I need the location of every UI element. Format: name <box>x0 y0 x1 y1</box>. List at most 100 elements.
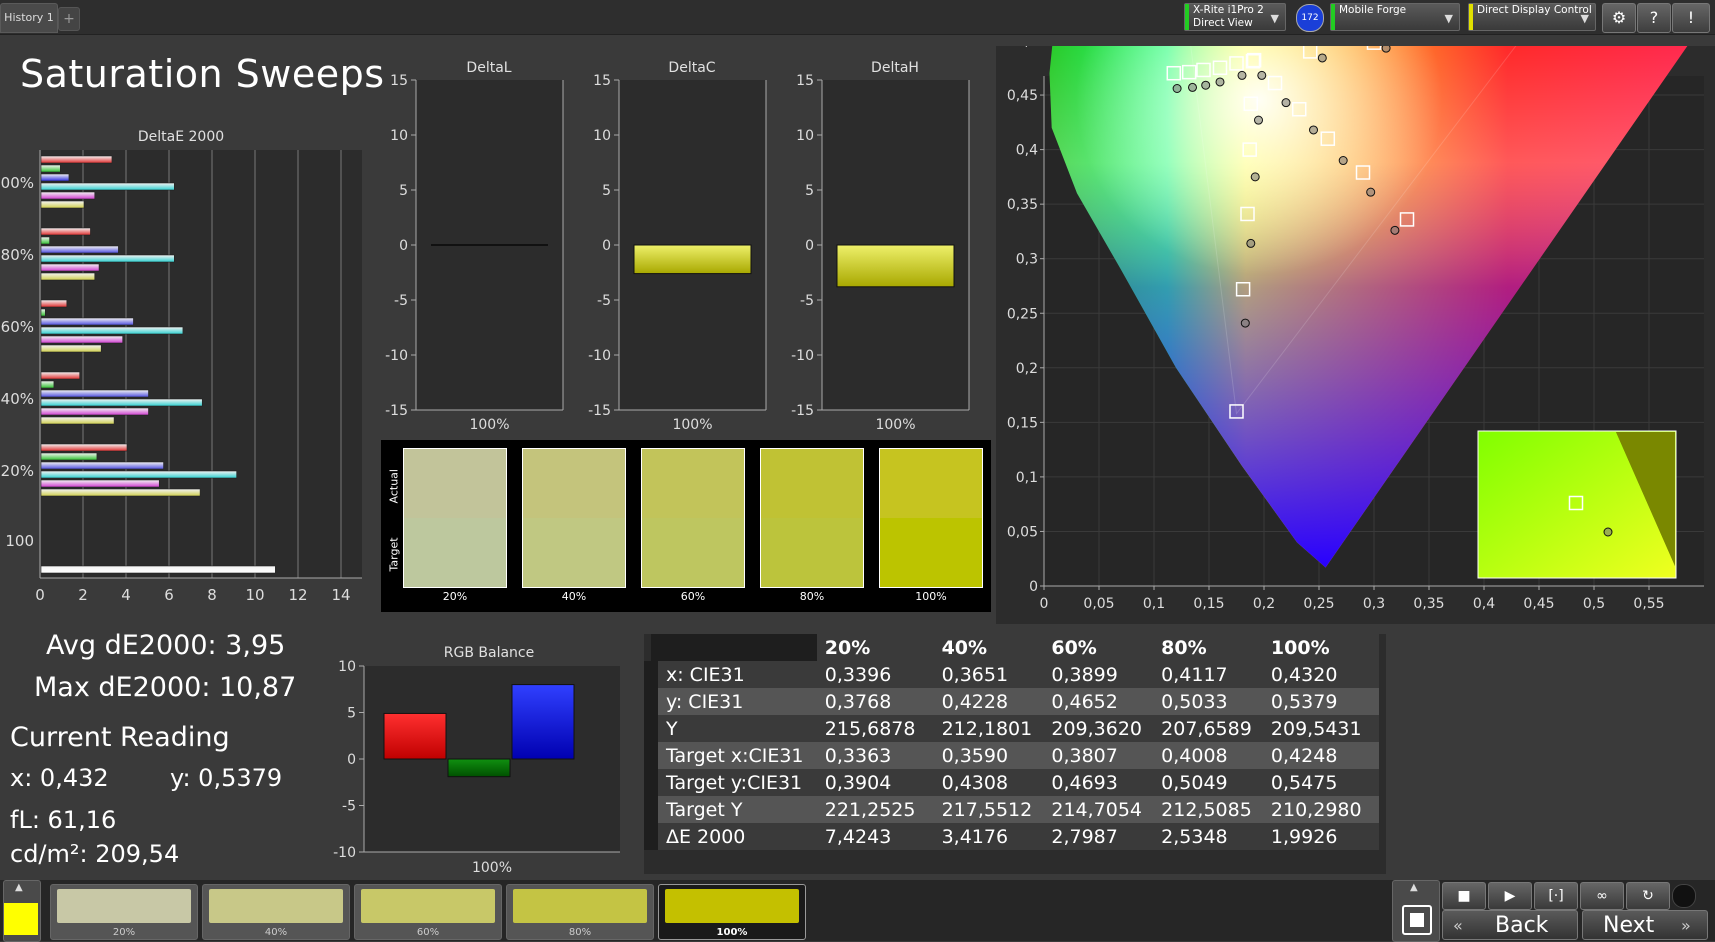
cie-measured-point <box>1281 98 1291 108</box>
table-cell: 217,5512 <box>941 798 1033 821</box>
reading-y: y: 0,5379 <box>170 764 283 792</box>
cie-measured-point <box>1338 156 1348 166</box>
delta-y-tick: 0 <box>399 238 408 254</box>
refresh-button[interactable]: ↻ <box>1626 882 1670 910</box>
cie-measured-point <box>1317 53 1327 63</box>
patch-40-button[interactable]: 40% <box>202 884 350 940</box>
swatch-actual <box>761 449 863 518</box>
next-button[interactable]: Next » <box>1582 910 1708 940</box>
cie-measured-point <box>1240 318 1250 328</box>
patch-100-button[interactable]: 100% <box>658 884 806 940</box>
deltae-y-label: 20% <box>1 462 34 480</box>
display-selector[interactable]: Direct Display Control ▼ <box>1468 3 1596 31</box>
patch-60-button[interactable]: 60% <box>354 884 502 940</box>
table-header-cell: 80% <box>1153 634 1263 661</box>
deltae-x-tick: 0 <box>35 586 45 604</box>
infinity-icon: ∞ <box>1596 888 1608 904</box>
table-row: Y 215,6878 212,1801 209,3620 207,6589 209,543… <box>644 715 1379 742</box>
cie-x-tick: 0,35 <box>1413 596 1444 612</box>
settings-button[interactable]: ⚙ <box>1602 3 1636 33</box>
rgb-y-tick: -5 <box>342 799 356 815</box>
cie-y-tick: 0,4 <box>1016 143 1038 159</box>
info-icon: ! <box>1687 8 1695 27</box>
cie-x-tick: 0,2 <box>1253 596 1275 612</box>
cie-y-tick: 0,15 <box>1007 415 1038 431</box>
swatch-label: 60% <box>680 590 706 603</box>
meter-selector[interactable]: X-Rite i1Pro 2 Direct View ▼ <box>1184 3 1286 31</box>
delta-y-tick: -5 <box>597 293 611 309</box>
swatch-actual <box>404 449 506 518</box>
table-row-label: Target Y <box>644 796 817 823</box>
current-patch-panel[interactable]: ▲ <box>3 880 41 942</box>
help-button[interactable]: ? <box>1637 3 1671 33</box>
delta-y-tick: -5 <box>394 293 408 309</box>
add-tab-button[interactable]: + <box>58 7 80 31</box>
cie-y-tick: 0,35 <box>1007 197 1038 213</box>
deltae-y-label: 60% <box>1 318 34 336</box>
stop-panel[interactable]: ▲ <box>1392 880 1440 942</box>
patch-color <box>513 889 647 923</box>
tab-history-1[interactable]: History 1 <box>0 3 58 33</box>
deltae-y-label: 100 <box>5 532 34 550</box>
patch-color <box>361 889 495 923</box>
stop-square-icon: ■ <box>1457 888 1471 904</box>
deltae-bar <box>40 254 175 263</box>
rgb-bar-green <box>447 758 511 778</box>
table-row-label: Target y:CIE31 <box>644 769 817 796</box>
swatch-1 <box>522 448 626 588</box>
table-cell: 0,3396 <box>824 663 892 686</box>
delta-y-tick: -15 <box>791 403 814 419</box>
table-row: Target x:CIE31 0,3363 0,3590 0,3807 0,4008 0,… <box>644 742 1379 769</box>
delta-caption: 100% <box>875 417 915 430</box>
cie-measured-point <box>1254 115 1263 125</box>
patch-80-button[interactable]: 80% <box>506 884 654 940</box>
back-button[interactable]: « Back <box>1442 910 1578 940</box>
patch-20-button[interactable]: 20% <box>50 884 198 940</box>
deltae-bar <box>40 344 102 353</box>
cie-measured-point <box>1201 80 1211 90</box>
delta-y-tick: 0 <box>602 238 611 254</box>
delta-y-tick: 10 <box>593 128 611 144</box>
cie-y-tick: 0,45 <box>1007 88 1038 104</box>
delta-y-tick: 15 <box>796 73 814 89</box>
cie-y-tick: 0,25 <box>1007 306 1038 322</box>
table-cell: 209,3620 <box>1051 717 1143 740</box>
avg-de: Avg dE2000: 3,95 <box>46 630 286 661</box>
frame-button[interactable]: [·] <box>1534 882 1578 910</box>
cie-x-tick: 0,1 <box>1143 596 1165 612</box>
play-icon: ▶ <box>1504 888 1516 904</box>
swatch-4 <box>879 448 983 588</box>
cie-x-tick: 0 <box>1040 596 1049 612</box>
table-cell: 207,6589 <box>1161 717 1252 740</box>
table-cell: 0,4652 <box>1051 690 1118 713</box>
cie-x-tick: 0,25 <box>1303 596 1334 612</box>
delta-y-tick: 5 <box>602 183 611 199</box>
swatch-actual <box>523 449 625 518</box>
swatch-label: 40% <box>561 590 587 603</box>
table-cell: 2,7987 <box>1051 825 1118 848</box>
deltae-x-tick: 4 <box>121 586 131 604</box>
table-cell: 0,4693 <box>1051 771 1118 794</box>
chevron-down-icon: ▼ <box>1270 12 1279 25</box>
display-status-bar <box>1469 4 1473 30</box>
delta-bar <box>633 244 752 275</box>
deltae-bar <box>40 479 160 488</box>
cie-measured-point <box>1215 77 1225 87</box>
play-button[interactable]: ▶ <box>1488 882 1532 910</box>
swatch-3 <box>760 448 864 588</box>
rgb-y-tick: 5 <box>347 706 356 722</box>
table-cell: 209,5431 <box>1270 717 1362 740</box>
loop-button[interactable]: ∞ <box>1580 882 1624 910</box>
table-cell: 214,7054 <box>1051 798 1143 821</box>
generator-selector[interactable]: Mobile Forge ▼ <box>1330 3 1460 31</box>
table-row-label: ΔE 2000 <box>644 823 817 850</box>
rgb-bar-blue <box>511 684 575 760</box>
stop-button[interactable]: ■ <box>1442 882 1486 910</box>
cie-measured-point <box>1257 70 1267 80</box>
cie-x-tick: 0,45 <box>1523 596 1554 612</box>
info-button[interactable]: ! <box>1672 3 1710 33</box>
cie-measured-point <box>1366 187 1376 197</box>
table-cell: 210,2980 <box>1270 798 1362 821</box>
deltae-bar <box>40 173 70 182</box>
table-header-cell: 100% <box>1262 634 1379 661</box>
